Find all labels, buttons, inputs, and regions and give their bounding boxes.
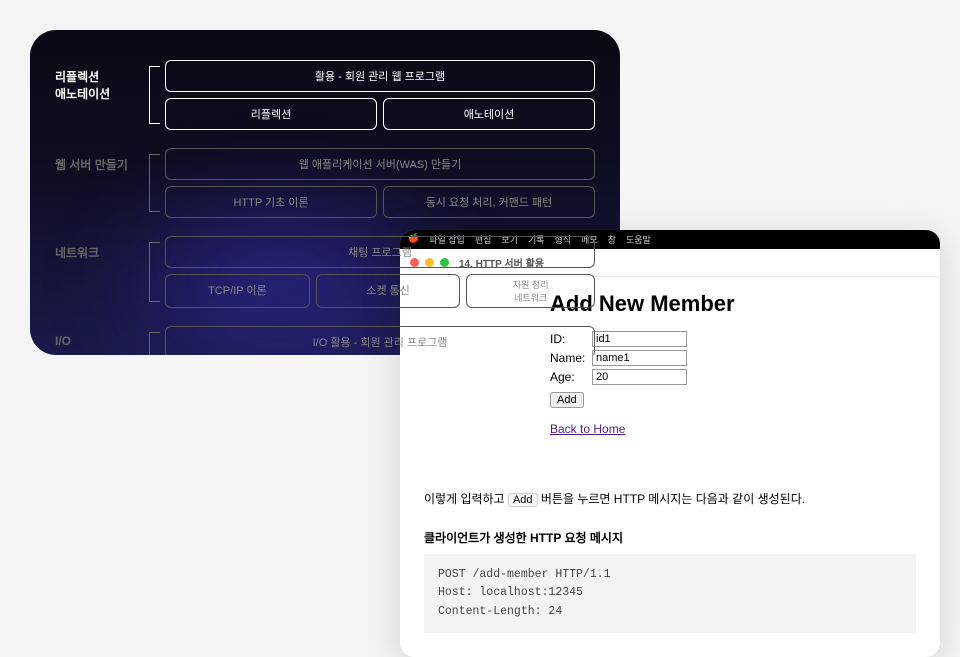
topic-box[interactable]: 리플렉션: [165, 98, 377, 130]
topic-box[interactable]: 채팅 프로그램: [165, 236, 595, 268]
curriculum-card: 리플렉션 애노테이션 활용 - 회원 관리 웹 프로그램 리플렉션 애노테이션 …: [30, 30, 620, 355]
bracket-icon: [145, 60, 165, 130]
section-reflection-annotation: 리플렉션 애노테이션 활용 - 회원 관리 웹 프로그램 리플렉션 애노테이션: [55, 60, 595, 130]
http-code-block: POST /add-member HTTP/1.1 Host: localhos…: [424, 554, 916, 633]
section-label: I/O: [55, 326, 145, 348]
name-field[interactable]: [592, 350, 687, 366]
inline-code: Add: [508, 493, 538, 507]
id-field[interactable]: [592, 331, 687, 347]
topic-box[interactable]: 활용 - 회원 관리 웹 프로그램: [165, 60, 595, 92]
description-text: 이렇게 입력하고 Add 버튼을 누르면 HTTP 메시지는 다음과 같이 생성…: [424, 490, 916, 507]
section-web-server: 웹 서버 만들기 웹 애플리케이션 서버(WAS) 만들기 HTTP 기초 이론…: [55, 148, 595, 218]
section-network: 네트워크 채팅 프로그램 TCP/IP 이론 소켓 통신 자원 정리 네트워크: [55, 236, 595, 308]
age-field[interactable]: [592, 369, 687, 385]
page-title: Add New Member: [550, 291, 916, 317]
topic-box[interactable]: 소켓 통신: [316, 274, 461, 308]
bracket-icon: [145, 326, 165, 355]
bracket-icon: [145, 236, 165, 308]
age-label: Age:: [550, 370, 592, 384]
topic-box[interactable]: 웹 애플리케이션 서버(WAS) 만들기: [165, 148, 595, 180]
add-button[interactable]: Add: [550, 392, 584, 408]
topic-box[interactable]: 애노테이션: [383, 98, 595, 130]
topic-box[interactable]: 동시 요청 처리, 커맨드 패턴: [383, 186, 595, 218]
section-label: 네트워크: [55, 236, 145, 261]
topic-box[interactable]: 자원 정리 네트워크: [466, 274, 595, 308]
topic-box[interactable]: I/O 활용 - 회원 관리 프로그램: [165, 326, 595, 355]
bracket-icon: [145, 148, 165, 218]
topic-box[interactable]: HTTP 기초 이론: [165, 186, 377, 218]
menu-item[interactable]: 도움말: [626, 233, 651, 246]
menu-item[interactable]: 창: [608, 233, 616, 246]
back-home-link[interactable]: Back to Home: [550, 422, 625, 436]
section-io: I/O I/O 활용 - 회원 관리 프로그램 문자 인코딩 I/O 스트림 F…: [55, 326, 595, 355]
http-message-heading: 클라이언트가 생성한 HTTP 요청 메시지: [424, 529, 916, 546]
topic-box[interactable]: TCP/IP 이론: [165, 274, 310, 308]
section-label: 웹 서버 만들기: [55, 148, 145, 173]
section-label: 리플렉션 애노테이션: [55, 60, 145, 102]
